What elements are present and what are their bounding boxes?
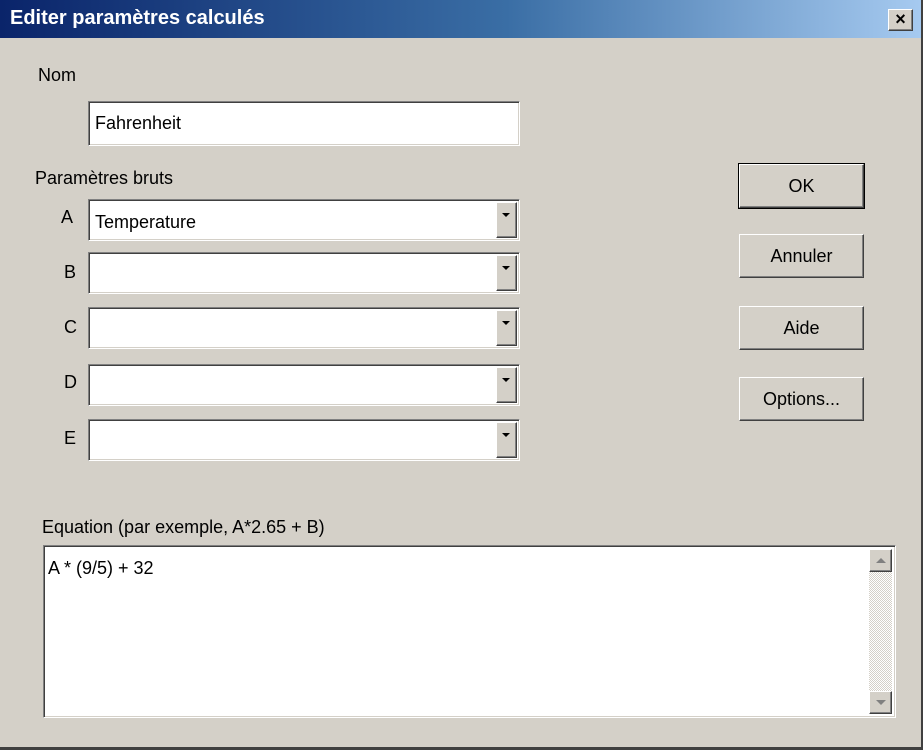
equation-label: Equation (par exemple, A*2.65 + B): [42, 517, 325, 537]
param-d-dropdown-button[interactable]: [496, 367, 517, 403]
name-label: Nom: [38, 65, 77, 85]
help-button[interactable]: Aide: [739, 306, 864, 350]
chevron-down-icon: [502, 378, 510, 382]
equation-value: A * (9/5) + 32: [48, 558, 154, 578]
scroll-down-button[interactable]: [869, 691, 892, 714]
chevron-down-icon: [502, 433, 510, 437]
scroll-up-button[interactable]: [869, 549, 892, 572]
param-b-dropdown[interactable]: [88, 252, 520, 294]
equation-scrollbar[interactable]: [869, 549, 892, 714]
cancel-button[interactable]: Annuler: [739, 234, 864, 278]
equation-textarea[interactable]: A * (9/5) + 32: [43, 545, 896, 718]
title-bar[interactable]: Editer paramètres calculés ×: [0, 0, 921, 38]
param-a-dropdown[interactable]: Temperature: [88, 199, 520, 241]
chevron-down-icon: [502, 266, 510, 270]
edit-computed-parameters-dialog: Editer paramètres calculés × Nom Fahrenh…: [0, 0, 923, 750]
param-a-dropdown-button[interactable]: [496, 202, 517, 238]
param-e-dropdown-button[interactable]: [496, 422, 517, 458]
param-c-dropdown-button[interactable]: [496, 310, 517, 346]
name-field-value: Fahrenheit: [95, 113, 182, 133]
scroll-up-arrow-icon: [876, 558, 886, 563]
ok-button[interactable]: OK: [738, 163, 865, 209]
param-c-dropdown[interactable]: [88, 307, 520, 349]
chevron-down-icon: [502, 321, 510, 325]
param-letter-a: A: [61, 207, 74, 227]
param-e-dropdown[interactable]: [88, 419, 520, 461]
param-letter-e: E: [64, 428, 77, 448]
close-icon: ×: [895, 9, 906, 29]
options-button[interactable]: Options...: [739, 377, 864, 421]
param-letter-d: D: [64, 372, 77, 392]
param-letter-c: C: [64, 317, 77, 337]
raw-parameters-label: Paramètres bruts: [35, 168, 174, 188]
param-b-dropdown-button[interactable]: [496, 255, 517, 291]
param-letter-b: B: [64, 262, 77, 282]
name-field[interactable]: Fahrenheit: [88, 101, 520, 146]
close-button[interactable]: ×: [888, 9, 913, 31]
window-title: Editer paramètres calculés: [10, 7, 265, 29]
param-a-value: Temperature: [95, 212, 197, 232]
chevron-down-icon: [502, 213, 510, 217]
param-d-dropdown[interactable]: [88, 364, 520, 406]
scroll-down-arrow-icon: [876, 700, 886, 705]
